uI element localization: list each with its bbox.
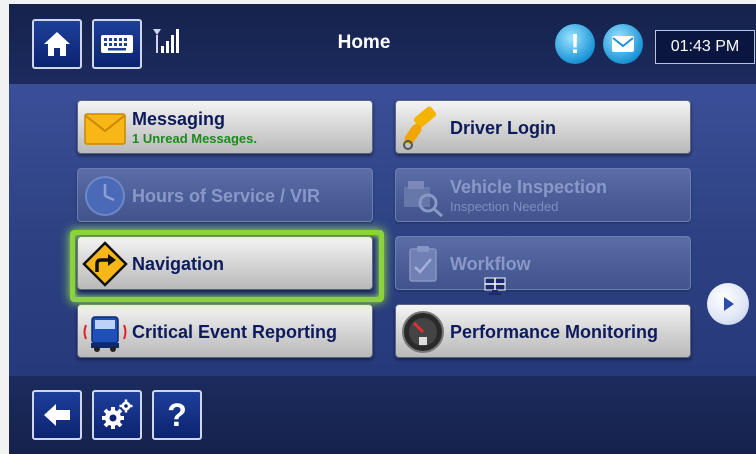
back-button[interactable] — [32, 390, 82, 440]
help-button[interactable]: ? — [152, 390, 202, 440]
clock-icon — [85, 176, 125, 216]
tile-hours-of-service[interactable]: Hours of Service / VIR — [77, 168, 373, 222]
tile-label: Vehicle Inspection — [450, 177, 608, 197]
pointer-cursor-icon — [484, 277, 506, 295]
app-screen: Home ! 01:43 PM Messaging 1 Unread Messa… — [9, 4, 756, 454]
tile-label: Messaging — [132, 109, 226, 129]
settings-button[interactable] — [92, 390, 142, 440]
envelope-icon — [612, 36, 634, 52]
inspection-status: Inspection Needed — [450, 199, 559, 214]
chevron-right-icon — [724, 297, 734, 311]
tile-performance-monitoring[interactable]: Performance Monitoring — [395, 304, 691, 358]
tile-messaging[interactable]: Messaging 1 Unread Messages. — [77, 100, 373, 154]
clock-display: 01:43 PM — [655, 30, 755, 64]
tile-workflow[interactable]: Workflow — [395, 236, 691, 290]
gear-icon — [102, 399, 133, 429]
tile-label: Performance Monitoring — [450, 321, 659, 342]
top-bar: Home ! 01:43 PM — [9, 4, 756, 84]
keyboard-button[interactable] — [92, 19, 142, 69]
alert-icon: ! — [570, 28, 580, 59]
truck-search-icon — [404, 181, 443, 218]
alert-button[interactable]: ! — [555, 24, 595, 64]
signal-strength-icon — [153, 29, 179, 53]
home-button[interactable] — [32, 19, 82, 69]
gauge-icon — [402, 311, 444, 353]
home-icon — [44, 32, 70, 56]
bottom-bar: ? — [9, 376, 756, 454]
keyboard-icon — [101, 35, 133, 53]
tile-driver-login[interactable]: Driver Login — [395, 100, 691, 154]
tile-critical-event-reporting[interactable]: Critical Event Reporting — [77, 304, 373, 358]
clipboard-icon — [409, 246, 437, 282]
selection-highlight — [70, 230, 384, 302]
page-title: Home — [337, 32, 391, 53]
tile-label: Hours of Service / VIR — [132, 185, 321, 206]
next-page-button[interactable] — [707, 283, 749, 325]
help-icon: ? — [167, 397, 187, 433]
tile-vehicle-inspection[interactable]: Vehicle Inspection Inspection Needed — [395, 168, 691, 222]
key-icon — [403, 106, 437, 150]
unread-status: 1 Unread Messages. — [132, 131, 258, 146]
truck-alert-icon — [83, 316, 127, 352]
arrow-left-icon — [44, 404, 70, 426]
tile-label: Critical Event Reporting — [132, 321, 338, 342]
envelope-icon — [84, 113, 126, 145]
tile-label: Driver Login — [450, 117, 557, 138]
mail-button[interactable] — [603, 24, 643, 64]
